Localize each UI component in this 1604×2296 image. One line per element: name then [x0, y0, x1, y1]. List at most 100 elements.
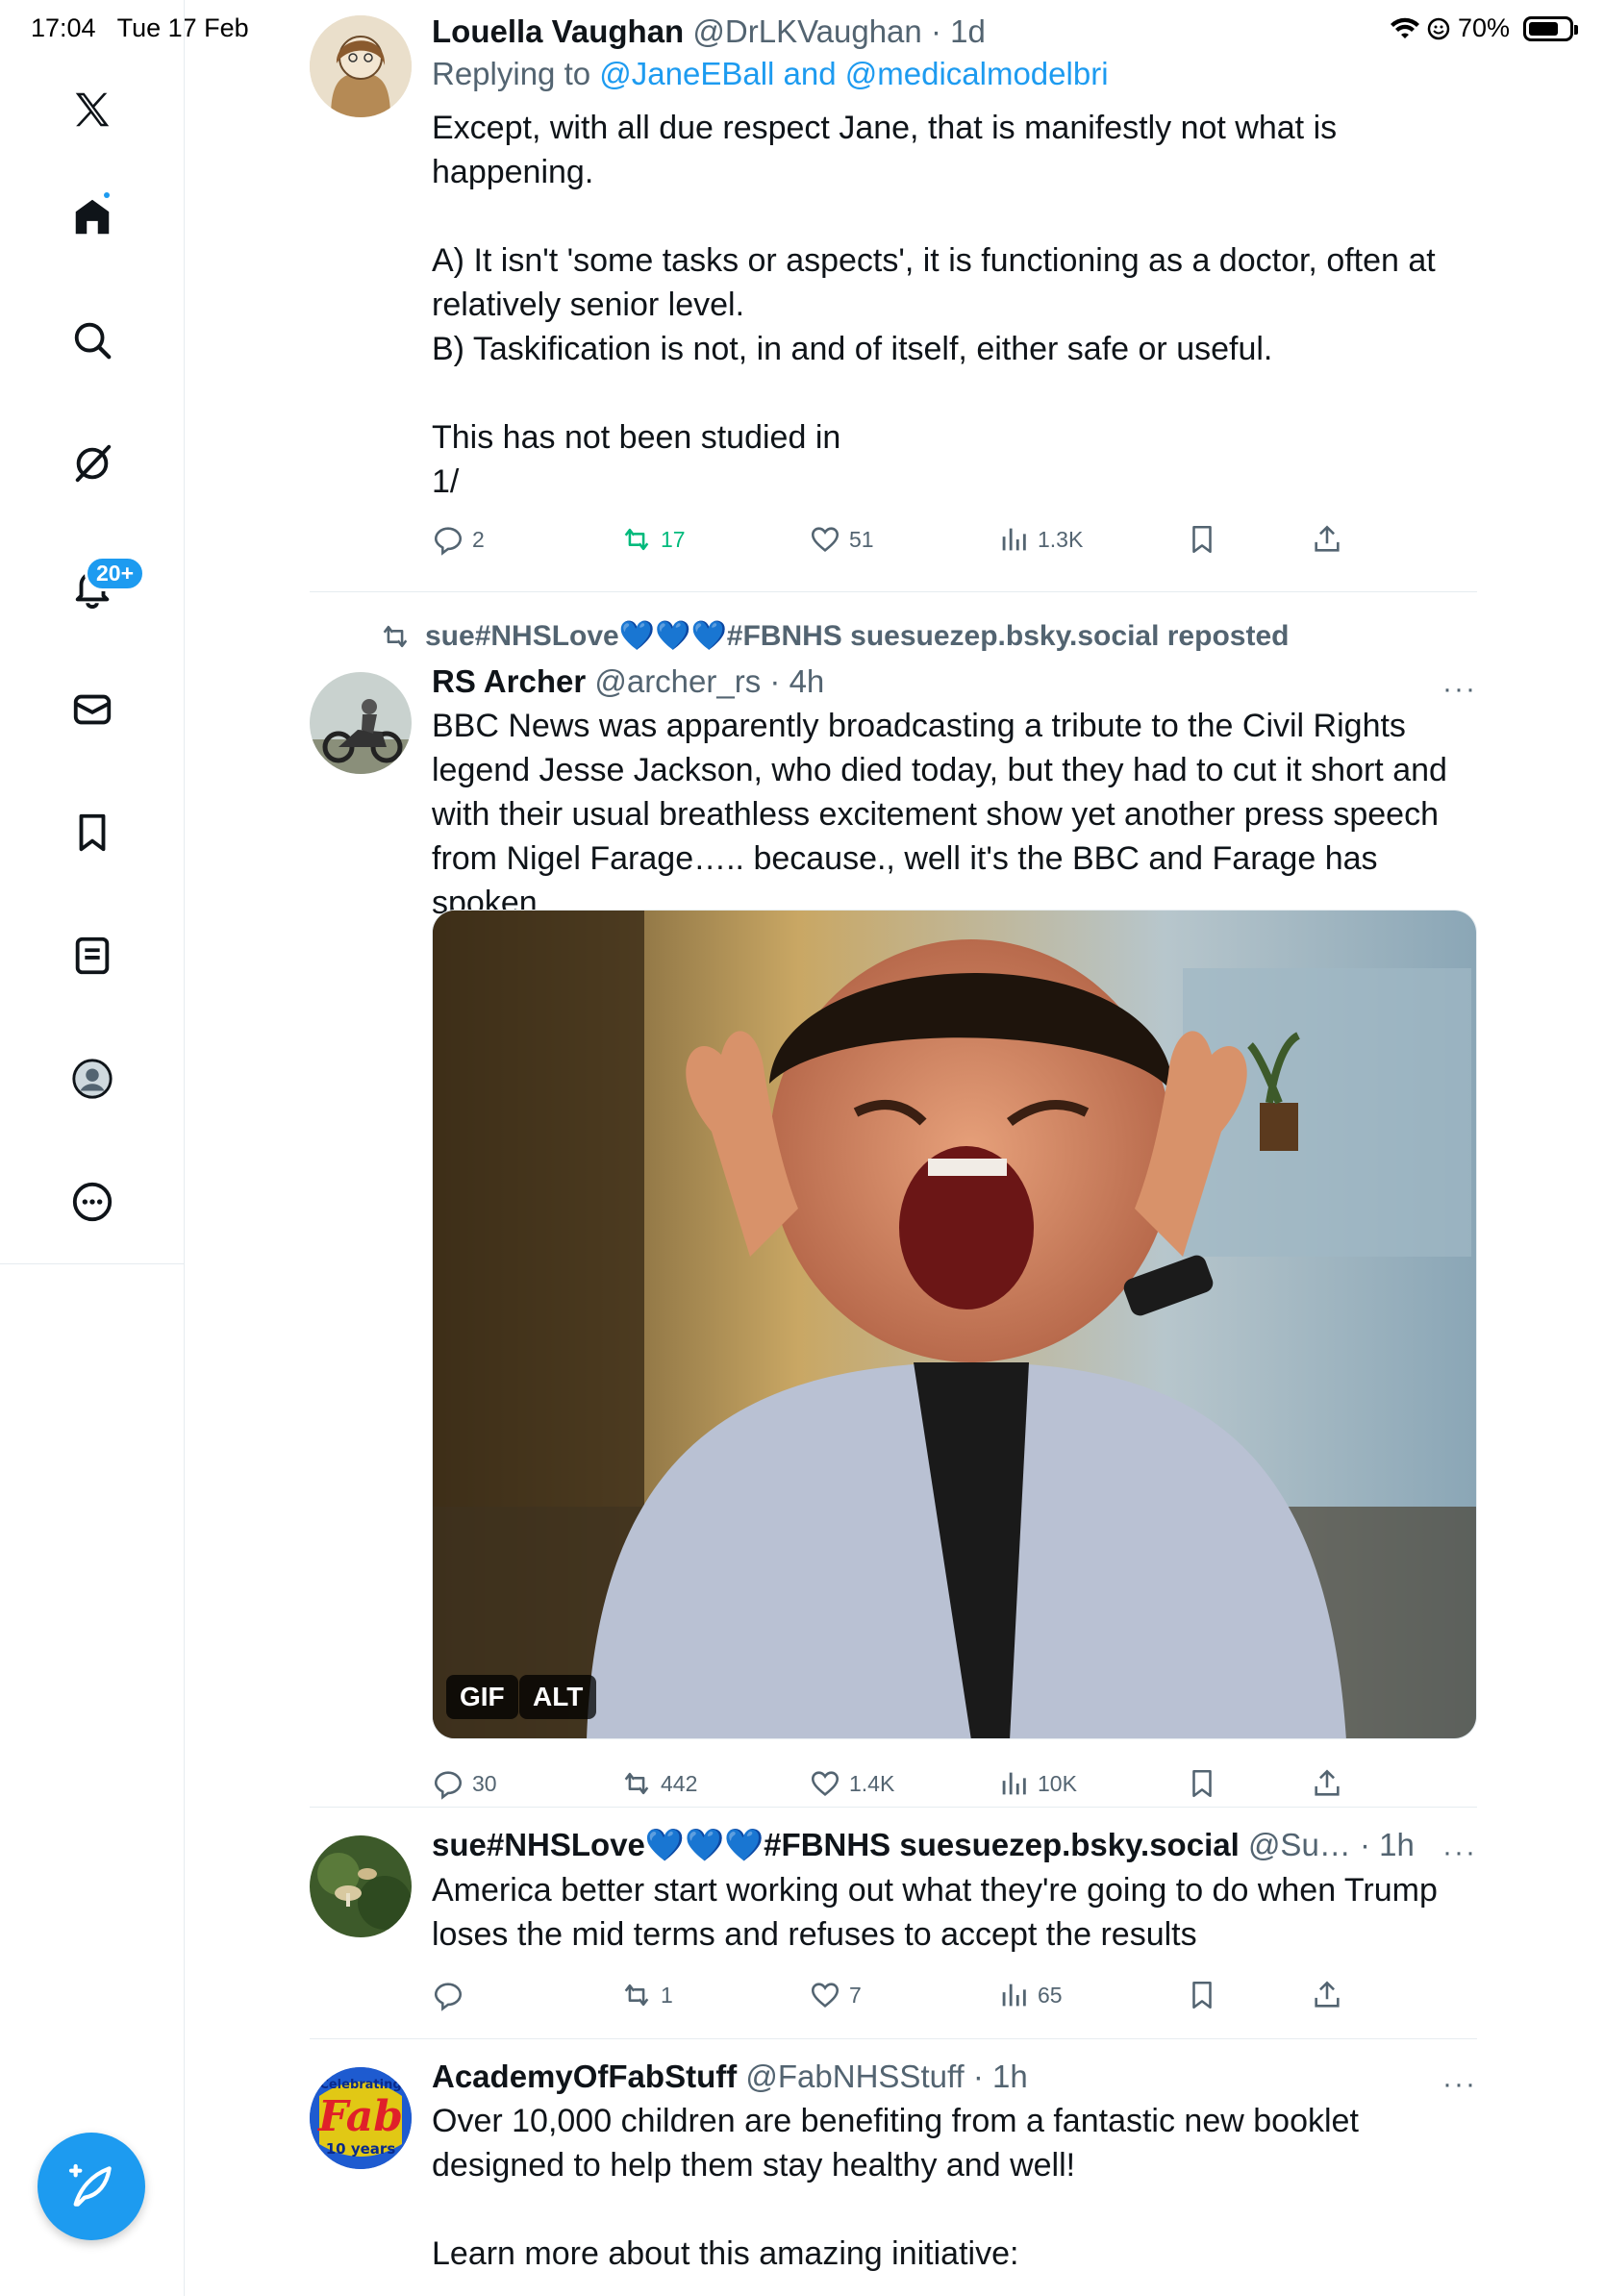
author-handle[interactable]: @Su…: [1248, 1827, 1351, 1862]
alt-text-button[interactable]: ALT: [519, 1675, 597, 1719]
reply-button[interactable]: [432, 1979, 472, 2011]
notifications-badge: 20+: [85, 556, 146, 591]
author-handle[interactable]: @FabNHSStuff: [745, 2059, 964, 2094]
tweet-header: Louella Vaughan @DrLKVaughan · 1d: [432, 13, 1477, 50]
reply-icon: [434, 527, 463, 556]
author-name[interactable]: sue#NHSLove💙💙💙#FBNHS suesuezep.bsky.soci…: [432, 1827, 1240, 1862]
like-button[interactable]: 51: [809, 523, 874, 556]
more-options-button[interactable]: ···: [1442, 1836, 1477, 1869]
avatar[interactable]: [310, 672, 412, 774]
repost-count: 1: [661, 1982, 673, 2008]
more-options-icon[interactable]: [63, 1173, 121, 1231]
lists-icon[interactable]: [63, 927, 121, 985]
share-icon: [1315, 1769, 1340, 1796]
tweet-rs-archer[interactable]: RS Archer @archer_rs · 4h ··· BBC News w…: [310, 663, 1477, 1800]
tweet-time[interactable]: 1d: [950, 13, 986, 49]
bookmarks-icon[interactable]: [63, 804, 121, 861]
tweet-sue-nhslove[interactable]: sue#NHSLove💙💙💙#FBNHS suesuezep.bsky.soci…: [310, 1827, 1477, 2019]
messages-icon[interactable]: [63, 681, 121, 738]
author-handle[interactable]: @DrLKVaughan: [692, 13, 921, 49]
grok-icon[interactable]: [63, 435, 121, 492]
views-count: 65: [1038, 1982, 1063, 2008]
gif-frame-image: [433, 911, 1476, 1738]
views-button[interactable]: 10K: [997, 1767, 1077, 1800]
avatar-text-top: Celebrating: [319, 2078, 401, 2092]
author-name[interactable]: Louella Vaughan: [432, 13, 684, 49]
reply-button[interactable]: 2: [432, 523, 485, 556]
tweet-body: AcademyOfFabStuff @FabNHSStuff · 1h ··· …: [432, 2059, 1477, 2276]
share-icon: [1315, 1981, 1340, 2008]
reply-button[interactable]: 30: [432, 1767, 497, 1800]
share-button[interactable]: [1311, 1767, 1343, 1800]
repost-button[interactable]: 1: [620, 1979, 673, 2011]
author-name[interactable]: AcademyOfFabStuff: [432, 2059, 737, 2094]
repost-icon: [624, 528, 649, 551]
compose-post-button[interactable]: [38, 2133, 145, 2240]
profile-avatar-icon[interactable]: [63, 1050, 121, 1108]
tweet-actions: 30 442 1.4K 10K: [432, 1767, 1374, 1811]
tweet-text: America better start working out what th…: [432, 1872, 1447, 1953]
tweet-text: Except, with all due respect Jane, that …: [432, 110, 1436, 500]
tweet-time[interactable]: 1h: [992, 2059, 1028, 2094]
bookmark-icon: [1192, 1769, 1212, 1798]
bookmark-button[interactable]: [1186, 523, 1218, 556]
dot-separator: ·: [1359, 1827, 1370, 1862]
battery-icon: [1523, 15, 1578, 41]
tweet-header: AcademyOfFabStuff @FabNHSStuff · 1h: [432, 2059, 1477, 2095]
tweet-divider: [310, 591, 1477, 592]
reply-icon: [434, 1983, 463, 2011]
repost-button[interactable]: 17: [620, 523, 686, 556]
views-chart-icon: [1002, 1772, 1026, 1795]
author-name[interactable]: RS Archer: [432, 663, 586, 699]
like-button[interactable]: 1.4K: [809, 1767, 894, 1800]
more-options-button[interactable]: ···: [1442, 673, 1477, 706]
avatar[interactable]: Celebrating Fab 10 years: [310, 2067, 412, 2169]
search-icon[interactable]: [63, 312, 121, 369]
tweet-time[interactable]: 4h: [789, 663, 825, 699]
tweet-text: BBC News was apparently broadcasting a t…: [432, 708, 1457, 921]
gif-label: GIF: [446, 1675, 518, 1719]
repost-button[interactable]: 442: [620, 1767, 697, 1800]
dot-separator: ·: [769, 663, 781, 699]
x-logo-icon[interactable]: [63, 81, 121, 138]
share-button[interactable]: [1311, 523, 1343, 556]
share-icon: [1315, 525, 1340, 552]
like-button[interactable]: 7: [809, 1979, 862, 2011]
tweet-body: Louella Vaughan @DrLKVaughan · 1d Replyi…: [432, 13, 1477, 504]
views-button[interactable]: 1.3K: [997, 523, 1083, 556]
views-chart-icon: [1002, 528, 1026, 551]
tweet-time[interactable]: 1h: [1379, 1827, 1413, 1862]
tweet-actions: 2 17 51 1.3K: [432, 523, 1374, 567]
tweet-louella-vaughan[interactable]: Louella Vaughan @DrLKVaughan · 1d Replyi…: [310, 13, 1477, 581]
share-button[interactable]: [1311, 1979, 1343, 2011]
repost-count: 17: [661, 526, 686, 552]
like-count: 1.4K: [849, 1770, 895, 1796]
sidebar-divider: [0, 1263, 185, 1264]
dot-separator: ·: [930, 13, 941, 49]
tweet-header: RS Archer @archer_rs · 4h: [432, 663, 1477, 700]
avatar[interactable]: [310, 1835, 412, 1937]
views-chart-icon: [1002, 1984, 1026, 2007]
tweet-gif-media[interactable]: GIF ALT: [432, 910, 1477, 1739]
tweet-text: Over 10,000 children are benefiting from…: [432, 2103, 1359, 2272]
home-icon[interactable]: [63, 188, 121, 246]
bookmark-button[interactable]: [1186, 1767, 1218, 1800]
avatar[interactable]: [310, 15, 412, 117]
heart-icon: [811, 1983, 840, 2008]
avatar-text-main: Fab: [316, 2092, 403, 2141]
views-button[interactable]: 65: [997, 1979, 1063, 2011]
home-unread-dot: [104, 192, 110, 198]
repost-count: 442: [661, 1770, 698, 1796]
author-handle[interactable]: @archer_rs: [594, 663, 761, 699]
more-options-button[interactable]: ···: [1442, 2068, 1477, 2101]
heart-icon: [811, 1771, 840, 1796]
like-count: 7: [849, 1982, 862, 2008]
bookmark-button[interactable]: [1186, 1979, 1218, 2011]
bookmark-icon: [1192, 525, 1212, 554]
bookmark-icon: [1192, 1981, 1212, 2009]
sidebar-nav: 20+: [0, 0, 185, 2296]
views-count: 1.3K: [1038, 526, 1084, 552]
reply-mentions-link[interactable]: @JaneEBall and @medicalmodelbri: [599, 56, 1108, 91]
repost-context[interactable]: sue#NHSLove💙💙💙#FBNHS suesuezep.bsky.soci…: [379, 619, 1289, 653]
tweet-academy-of-fab-stuff[interactable]: Celebrating Fab 10 years AcademyOfFabStu…: [310, 2059, 1477, 2296]
